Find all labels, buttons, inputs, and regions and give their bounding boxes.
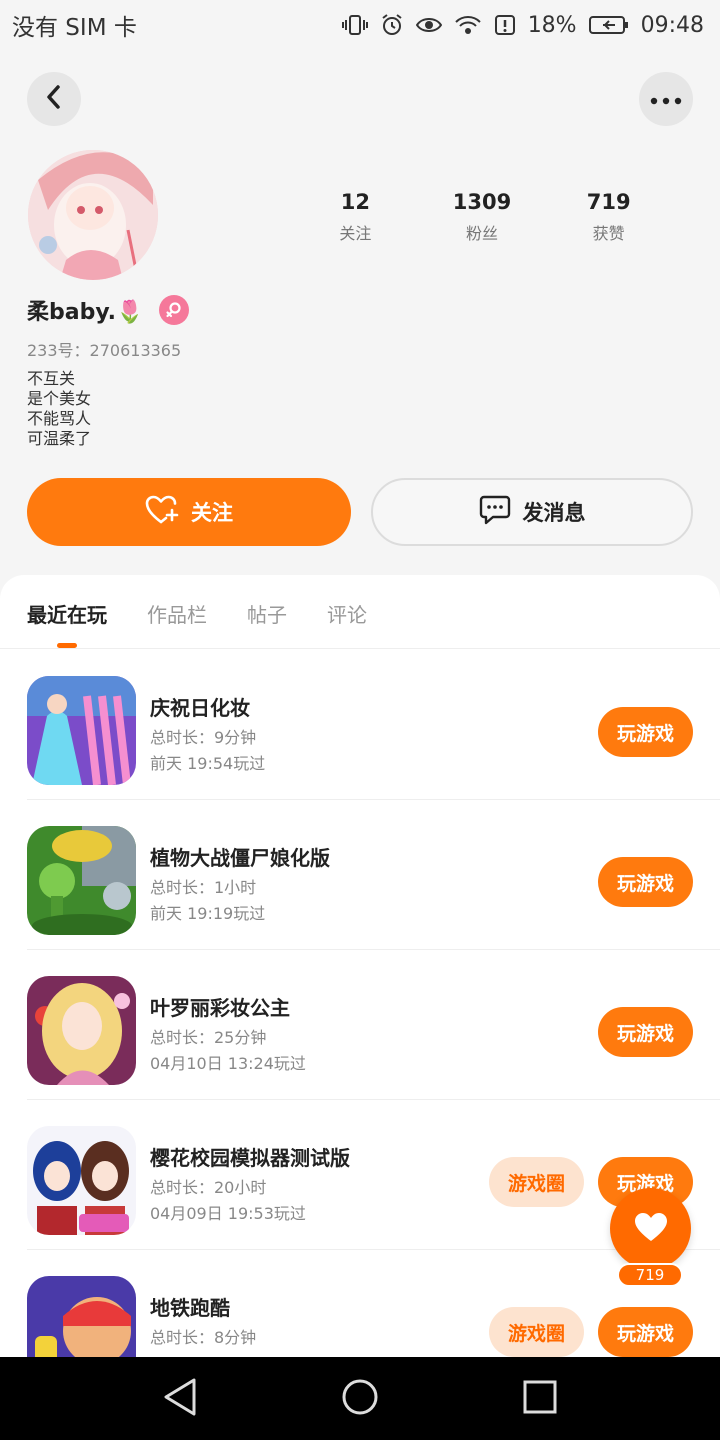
game-icon-makeup[interactable] (27, 676, 136, 785)
game-last-played: 前天 19:19玩过 (150, 904, 266, 923)
status-icons: 18% 09:48 (341, 12, 704, 38)
game-title: 樱花校园模拟器测试版 (150, 1146, 350, 1170)
follow-label: 关注 (191, 501, 233, 525)
bio-line: 不互关 (27, 369, 76, 388)
more-dots-icon (650, 90, 682, 109)
following-count: 12 (340, 190, 370, 214)
game-icon-subway-surfers[interactable] (27, 1276, 136, 1357)
wifi-icon (454, 14, 482, 36)
tab-indicator (57, 643, 77, 648)
play-game-button[interactable]: 玩游戏 (598, 1007, 693, 1057)
play-game-button[interactable]: 玩游戏 (598, 707, 693, 757)
square-recents-icon (522, 1379, 558, 1419)
game-last-played: 前天 19:54玩过 (150, 754, 266, 773)
game-list-item[interactable]: 地铁跑酷 总时长：8分钟 游戏圈 玩游戏 (27, 1250, 720, 1357)
game-list-item[interactable]: 植物大战僵尸娘化版 总时长：1小时 前天 19:19玩过 玩游戏 (27, 800, 720, 950)
game-duration: 总时长：25分钟 (150, 1028, 267, 1047)
game-duration: 总时长：1小时 (150, 878, 257, 897)
chevron-left-icon (44, 84, 64, 114)
nav-home-button[interactable] (338, 1377, 382, 1421)
followers-label: 粉丝 (466, 224, 499, 243)
triangle-back-icon (162, 1377, 198, 1421)
game-title: 植物大战僵尸娘化版 (150, 846, 330, 870)
tab-bar: 最近在玩 作品栏 帖子 评论 (0, 575, 720, 649)
game-title: 叶罗丽彩妆公主 (150, 996, 290, 1020)
game-icon-plants[interactable] (27, 826, 136, 935)
status-bar: 没有 SIM 卡 18% 09:48 (0, 0, 720, 50)
follow-button[interactable]: 关注 (27, 478, 351, 546)
play-game-button[interactable]: 玩游戏 (598, 857, 693, 907)
system-nav-bar (0, 1357, 720, 1440)
game-title: 地铁跑酷 (150, 1296, 230, 1320)
game-last-played: 04月10日 13:24玩过 (150, 1054, 306, 1073)
game-icon-princess[interactable] (27, 976, 136, 1085)
username: 柔baby.🌷 (27, 300, 144, 325)
tab-works[interactable]: 作品栏 (147, 599, 207, 628)
heart-icon (634, 1212, 668, 1246)
likes-label: 获赞 (592, 224, 625, 243)
avatar[interactable] (28, 150, 158, 280)
username-row: 柔baby.🌷 (27, 292, 190, 328)
following-label: 关注 (339, 224, 372, 243)
bio-line: 是个美女 (27, 389, 92, 408)
bio-line: 不能骂人 (27, 409, 92, 428)
like-button[interactable] (610, 1188, 691, 1269)
user-id: 233号：270613365 (27, 341, 182, 360)
game-circle-button[interactable]: 游戏圈 (489, 1157, 584, 1207)
eye-icon (415, 15, 442, 35)
play-game-button[interactable]: 玩游戏 (598, 1307, 693, 1357)
game-icon-sakura-school[interactable] (27, 1126, 136, 1235)
carrier-label: 没有 SIM 卡 (12, 15, 137, 41)
battery-icon (588, 15, 629, 35)
stat-followers[interactable]: 1309 粉丝 (419, 190, 546, 244)
like-count-badge: 719 (617, 1263, 683, 1287)
game-list-item[interactable]: 叶罗丽彩妆公主 总时长：25分钟 04月10日 13:24玩过 玩游戏 (27, 950, 720, 1100)
more-button[interactable] (639, 72, 693, 126)
message-label: 发消息 (522, 501, 586, 525)
likes-count: 719 (586, 190, 631, 214)
bio-line: 可温柔了 (27, 429, 92, 448)
heart-plus-icon (145, 495, 179, 530)
game-circle-button[interactable]: 游戏圈 (489, 1307, 584, 1357)
game-duration: 总时长：20小时 (150, 1178, 267, 1197)
game-duration: 总时长：8分钟 (150, 1328, 257, 1347)
bio: 不互关 是个美女 不能骂人 可温柔了 (27, 369, 91, 449)
stat-following[interactable]: 12 关注 (292, 190, 419, 244)
nav-recents-button[interactable] (518, 1377, 562, 1421)
clock-time: 09:48 (640, 12, 704, 38)
battery-percent: 18% (527, 12, 577, 38)
alarm-icon (380, 13, 404, 37)
chat-bubble-icon (479, 495, 511, 530)
game-title: 庆祝日化妆 (150, 696, 250, 720)
game-list-item[interactable]: 庆祝日化妆 总时长：9分钟 前天 19:54玩过 玩游戏 (27, 650, 720, 800)
alert-icon (494, 14, 516, 36)
tab-posts[interactable]: 帖子 (247, 599, 287, 628)
circle-home-icon (340, 1377, 380, 1421)
nav-back-button[interactable] (158, 1377, 202, 1421)
stat-likes[interactable]: 719 获赞 (545, 190, 672, 244)
followers-count: 1309 (452, 190, 512, 214)
female-gender-icon (159, 295, 190, 325)
tab-comments[interactable]: 评论 (327, 599, 367, 628)
vibrate-icon (341, 14, 368, 36)
back-button[interactable] (27, 72, 81, 126)
game-duration: 总时长：9分钟 (150, 728, 257, 747)
profile-stats: 12 关注 1309 粉丝 719 获赞 (292, 190, 672, 244)
game-last-played: 04月09日 19:53玩过 (150, 1204, 306, 1223)
tab-recently-played[interactable]: 最近在玩 (27, 599, 107, 628)
message-button[interactable]: 发消息 (371, 478, 693, 546)
